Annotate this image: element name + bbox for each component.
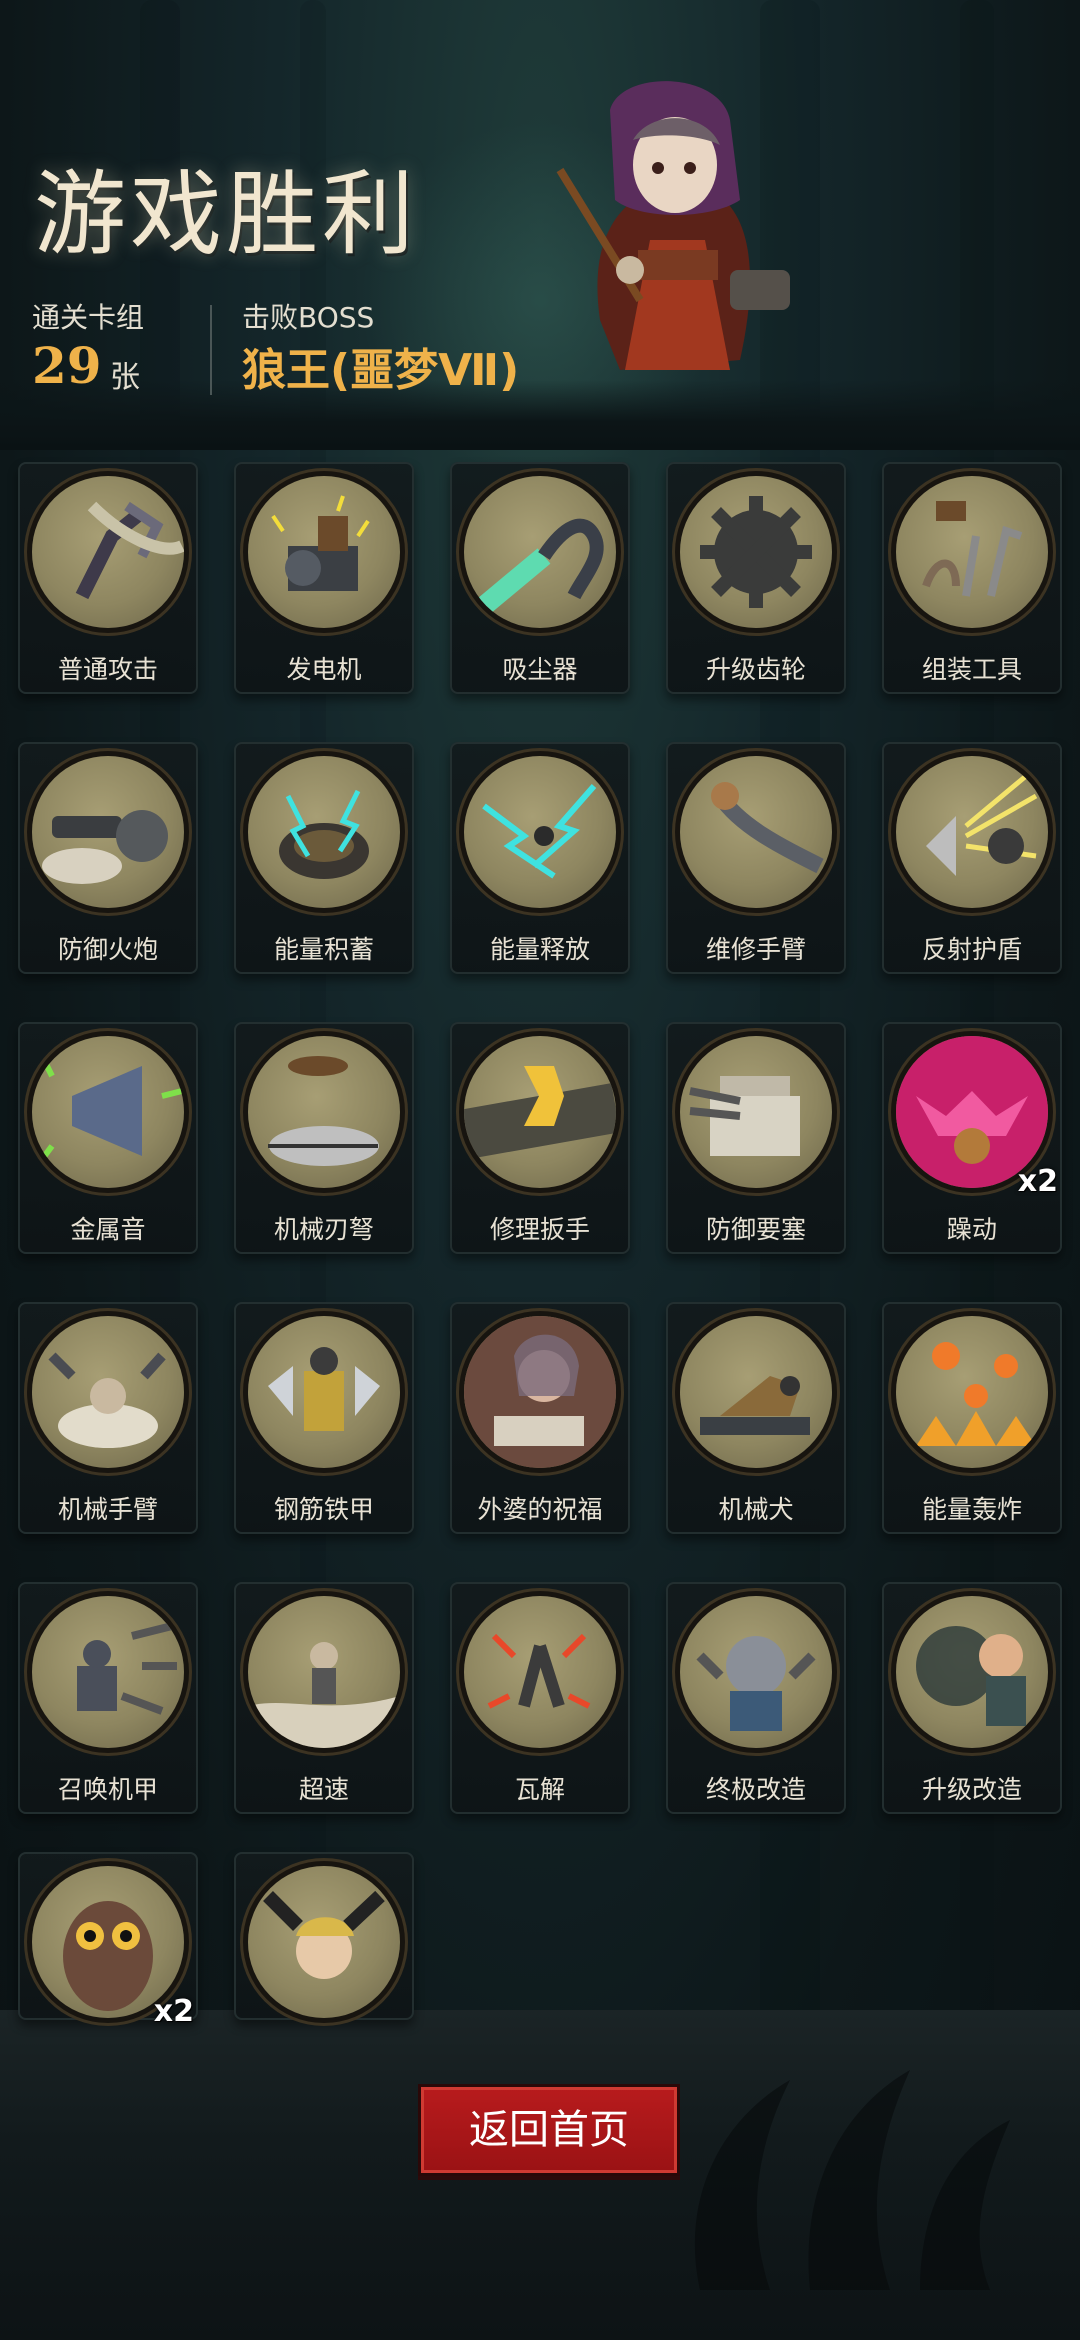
deck-card[interactable]: 普通攻击 (18, 462, 198, 694)
card-label: 机械手臂 (57, 1495, 158, 1524)
tools-icon (896, 476, 1048, 628)
ultimate-mod-icon (680, 1596, 832, 1748)
grandma-icon (464, 1316, 616, 1468)
deck-card[interactable]: 反射护盾 (882, 742, 1062, 974)
deck-card[interactable]: 躁动 x2 (882, 1022, 1062, 1254)
card-multiplier-badge: x2 (153, 1994, 194, 2029)
deck-card[interactable]: 防御火炮 (18, 742, 198, 974)
deck-card[interactable]: 终极改造 (666, 1582, 846, 1814)
deck-card[interactable]: 修理扳手 (450, 1022, 630, 1254)
crossbow-icon (248, 1036, 400, 1188)
fireball-icon (896, 1316, 1048, 1468)
card-label: 修理扳手 (489, 1215, 590, 1244)
card-label: 瓦解 (514, 1775, 565, 1804)
card-label: 发电机 (286, 655, 362, 684)
card-label: 能量积蓄 (273, 935, 374, 964)
deck-card[interactable]: 能量释放 (450, 742, 630, 974)
deck-card[interactable]: 金属音 (18, 1022, 198, 1254)
card-label: 召唤机甲 (57, 1775, 158, 1804)
card-label: 终极改造 (705, 1775, 806, 1804)
lightning-icon (464, 756, 616, 908)
card-label: 躁动 (946, 1215, 997, 1244)
card-label: 外婆的祝福 (477, 1495, 603, 1524)
card-label: 超速 (298, 1775, 349, 1804)
deck-card[interactable]: 瓦解 (450, 1582, 630, 1814)
deck-card[interactable]: 超速 (234, 1582, 414, 1814)
card-label: 能量释放 (489, 935, 590, 964)
deck-label: 通关卡组 (32, 301, 145, 334)
deck-card[interactable]: 维修手臂 (666, 742, 846, 974)
deck-card[interactable]: 召唤机甲 (18, 1582, 198, 1814)
vacuum-icon (464, 476, 616, 628)
card-label: 升级齿轮 (705, 655, 806, 684)
mech-arms-icon (32, 1316, 184, 1468)
deck-unit: 张 (110, 360, 140, 395)
claw-silhouette-icon (694, 2070, 1010, 2290)
repair-arm-icon (680, 756, 832, 908)
energy-dome-icon (248, 756, 400, 908)
card-label: 反射护盾 (921, 935, 1022, 964)
deck-card[interactable]: 升级改造 (882, 1582, 1062, 1814)
deck-card[interactable]: 机械手臂 (18, 1302, 198, 1534)
deck-count: 29 (32, 336, 102, 395)
deck-card[interactable]: 钢筋铁甲 (234, 1302, 414, 1534)
mech-dog-icon (680, 1316, 832, 1468)
card-label: 普通攻击 (57, 655, 158, 684)
card-label: 能量轰炸 (921, 1495, 1022, 1524)
wrench-icon (464, 1036, 616, 1188)
summon-mech-icon (32, 1596, 184, 1748)
deck-card[interactable] (234, 1852, 414, 2020)
card-label: 维修手臂 (705, 935, 806, 964)
armor-icon (248, 1316, 400, 1468)
card-label: 机械犬 (718, 1495, 794, 1524)
ground-strip (0, 380, 1080, 450)
scared-kid-icon (248, 1866, 400, 2018)
deck-card[interactable]: 外婆的祝福 (450, 1302, 630, 1534)
fortress-icon (680, 1036, 832, 1188)
cannon-icon (32, 756, 184, 908)
gear-icon (680, 476, 832, 628)
card-label: 组装工具 (921, 655, 1022, 684)
card-label: 吸尘器 (502, 655, 578, 684)
header-divider (210, 305, 212, 395)
boss-label: 击败BOSS (242, 301, 375, 334)
card-label: 升级改造 (921, 1775, 1022, 1804)
deck-card[interactable]: 组装工具 (882, 462, 1062, 694)
hero-character-icon (556, 81, 790, 370)
deck-card[interactable]: 能量积蓄 (234, 742, 414, 974)
deck-card[interactable]: x2 (18, 1852, 198, 2029)
megaphone-icon (32, 1036, 184, 1188)
return-home-button[interactable]: 返回首页 (418, 2084, 680, 2176)
shield-icon (896, 756, 1048, 908)
deck-card[interactable]: 吸尘器 (450, 462, 630, 694)
generator-icon (248, 476, 400, 628)
card-multiplier-badge: x2 (1017, 1164, 1058, 1199)
deck-card[interactable]: 能量轰炸 (882, 1302, 1062, 1534)
deck-card[interactable]: 升级齿轮 (666, 462, 846, 694)
deck-card[interactable]: 机械刃弩 (234, 1022, 414, 1254)
collapse-icon (464, 1596, 616, 1748)
upgrade-mod-icon (896, 1596, 1048, 1748)
card-label: 金属音 (70, 1215, 146, 1244)
deck-card[interactable]: 发电机 (234, 462, 414, 694)
deck-card[interactable]: 防御要塞 (666, 1022, 846, 1254)
boss-name: 狼王(噩梦Ⅶ) (242, 345, 520, 396)
card-label: 防御要塞 (705, 1215, 806, 1244)
card-label: 防御火炮 (57, 935, 158, 964)
deck-card[interactable]: 机械犬 (666, 1302, 846, 1534)
speed-icon (248, 1596, 400, 1748)
victory-title: 游戏胜利 (34, 161, 419, 268)
claw-arm-icon (32, 476, 184, 628)
card-label: 机械刃弩 (273, 1215, 374, 1244)
card-label: 钢筋铁甲 (273, 1495, 374, 1524)
